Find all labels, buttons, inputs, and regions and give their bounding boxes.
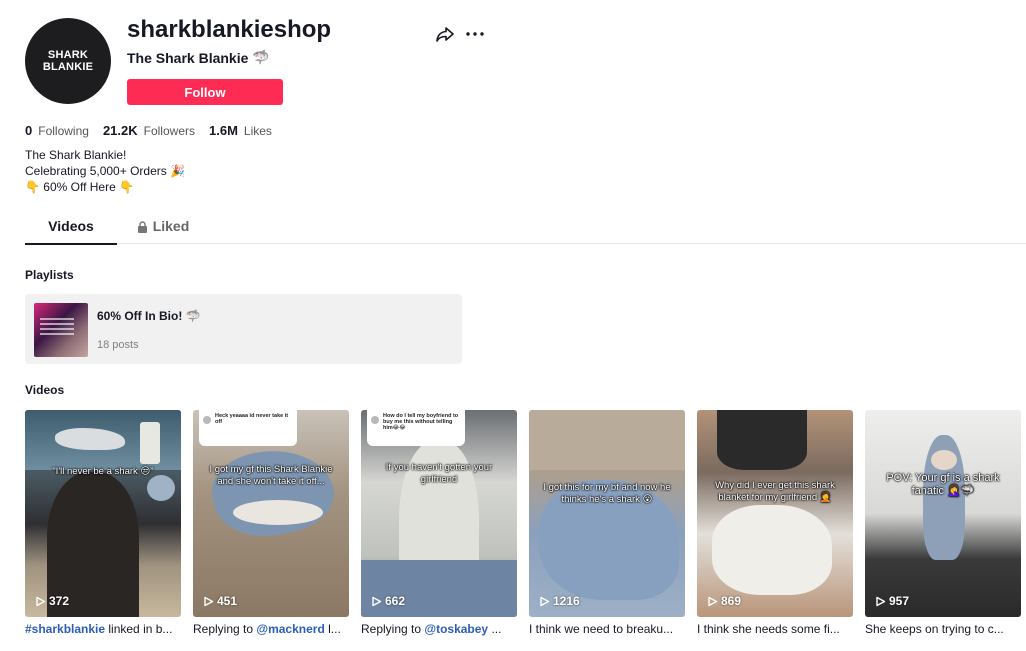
- tab-videos[interactable]: Videos: [25, 209, 117, 245]
- video-caption: I got my gf this Shark Blankie and she w…: [209, 464, 333, 487]
- play-icon: [372, 596, 382, 606]
- comment-bubble: How do I tell my boyfriend to buy me thi…: [367, 410, 465, 446]
- stat-label: Followers: [143, 124, 195, 138]
- playlist-thumbnail: [34, 303, 88, 357]
- profile-bio: The Shark Blankie! Celebrating 5,000+ Or…: [25, 147, 185, 195]
- video-item[interactable]: "I'll never be a shark 😒" 372 #sharkblan…: [25, 410, 181, 636]
- video-description[interactable]: I think she needs some fi...: [697, 622, 853, 636]
- avatar-logo: SHARK BLANKIE: [43, 49, 93, 73]
- video-description[interactable]: She keeps on trying to c...: [865, 622, 1021, 636]
- view-count-value: 1216: [553, 594, 580, 608]
- stat-followers[interactable]: 21.2K Followers: [103, 123, 195, 138]
- video-item[interactable]: Why did I ever get this shark blanket fo…: [697, 410, 853, 636]
- view-count-value: 662: [385, 594, 406, 608]
- play-icon: [36, 596, 46, 606]
- stat-value: 21.2K: [102, 123, 138, 138]
- video-description[interactable]: Replying to @macknerd l...: [193, 622, 349, 636]
- play-icon: [204, 596, 214, 606]
- view-count: 451: [203, 594, 237, 608]
- video-grid: "I'll never be a shark 😒" 372 #sharkblan…: [25, 410, 1021, 636]
- view-count: 662: [371, 594, 405, 608]
- stat-likes: 1.6M Likes: [209, 123, 272, 138]
- video-caption: Why did I ever get this shark blanket fo…: [715, 480, 835, 503]
- view-count: 372: [35, 594, 69, 608]
- avatar-logo-line2: BLANKIE: [42, 61, 94, 73]
- stat-value: 1.6M: [209, 123, 238, 138]
- hashtag-link[interactable]: #sharkblankie: [25, 622, 105, 636]
- video-caption: "I'll never be a shark 😒": [52, 466, 154, 477]
- view-count-value: 372: [49, 594, 70, 608]
- video-caption: I got this for my bf and now he thinks h…: [543, 482, 671, 505]
- video-item[interactable]: POV: Your gf is a shark fanatic 🤦‍♀️🦈 95…: [865, 410, 1021, 636]
- profile-tabs: Videos Liked: [25, 209, 1026, 245]
- desc-prefix: Replying to: [193, 622, 257, 636]
- bio-line: The Shark Blankie!: [25, 148, 127, 162]
- stat-value: 0: [25, 123, 33, 138]
- video-caption: If you haven't gotten your girlfriend: [385, 462, 493, 485]
- follow-button[interactable]: Follow: [127, 79, 283, 105]
- avatar-logo-line1: SHARK: [47, 49, 89, 61]
- share-icon[interactable]: [435, 24, 455, 44]
- video-thumbnail: How do I tell my boyfriend to buy me thi…: [361, 410, 517, 617]
- avatar[interactable]: SHARK BLANKIE: [25, 18, 111, 104]
- video-thumbnail: "I'll never be a shark 😒" 372: [25, 410, 181, 617]
- playlist-post-count: 18 posts: [97, 339, 139, 351]
- desc-text: linked in b...: [105, 622, 173, 636]
- video-thumbnail: Why did I ever get this shark blanket fo…: [697, 410, 853, 617]
- view-count-value: 957: [889, 594, 910, 608]
- tab-label: Liked: [152, 218, 190, 234]
- view-count: 1216: [539, 594, 580, 608]
- tab-liked[interactable]: Liked: [117, 209, 209, 244]
- bio-line: 👇 60% Off Here 👇: [25, 180, 135, 194]
- video-item[interactable]: How do I tell my boyfriend to buy me thi…: [361, 410, 517, 636]
- more-options-icon[interactable]: [464, 24, 486, 44]
- view-count-value: 869: [721, 594, 742, 608]
- video-description[interactable]: Replying to @toskabey ...: [361, 622, 517, 636]
- stat-label: Likes: [243, 124, 272, 138]
- video-item[interactable]: Heck yeaaaa id never take it off I got m…: [193, 410, 349, 636]
- lock-icon: [137, 221, 147, 233]
- mention-link[interactable]: @toskabey: [424, 622, 488, 636]
- video-caption: POV: Your gf is a shark fanatic 🤦‍♀️🦈: [886, 472, 1000, 497]
- play-icon: [708, 596, 718, 606]
- comment-bubble: Heck yeaaaa id never take it off: [199, 410, 297, 446]
- stat-following[interactable]: 0 Following: [25, 123, 89, 138]
- shark-emoji: 🦈: [252, 49, 270, 65]
- view-count: 869: [707, 594, 741, 608]
- bio-line: Celebrating 5,000+ Orders 🎉: [25, 164, 186, 178]
- playlists-heading: Playlists: [25, 268, 74, 282]
- video-thumbnail: POV: Your gf is a shark fanatic 🤦‍♀️🦈 95…: [865, 410, 1021, 617]
- profile-username: sharkblankieshop: [127, 16, 332, 43]
- video-thumbnail: I got this for my bf and now he thinks h…: [529, 410, 685, 617]
- view-count-value: 451: [217, 594, 238, 608]
- view-count: 957: [875, 594, 909, 608]
- play-icon: [876, 596, 886, 606]
- stat-label: Following: [38, 124, 89, 138]
- video-thumbnail: Heck yeaaaa id never take it off I got m…: [193, 410, 349, 617]
- profile-nickname: The Shark Blankie 🦈: [127, 49, 270, 66]
- play-icon: [540, 596, 550, 606]
- video-description[interactable]: I think we need to breaku...: [529, 622, 685, 636]
- video-description[interactable]: #sharkblankie linked in b...: [25, 622, 181, 636]
- video-item[interactable]: I got this for my bf and now he thinks h…: [529, 410, 685, 636]
- profile-stats: 0 Following 21.2K Followers 1.6M Likes: [25, 123, 272, 138]
- videos-heading: Videos: [25, 383, 65, 397]
- playlist-title: 60% Off In Bio! 🦈: [97, 309, 201, 323]
- nickname-text: The Shark Blankie: [127, 49, 249, 66]
- desc-text: l...: [324, 622, 341, 636]
- desc-prefix: Replying to: [361, 622, 425, 636]
- mention-link[interactable]: @macknerd: [256, 622, 324, 636]
- tab-label: Videos: [48, 218, 94, 234]
- playlist-card[interactable]: 60% Off In Bio! 🦈 18 posts: [25, 294, 462, 364]
- desc-text: ...: [488, 622, 502, 636]
